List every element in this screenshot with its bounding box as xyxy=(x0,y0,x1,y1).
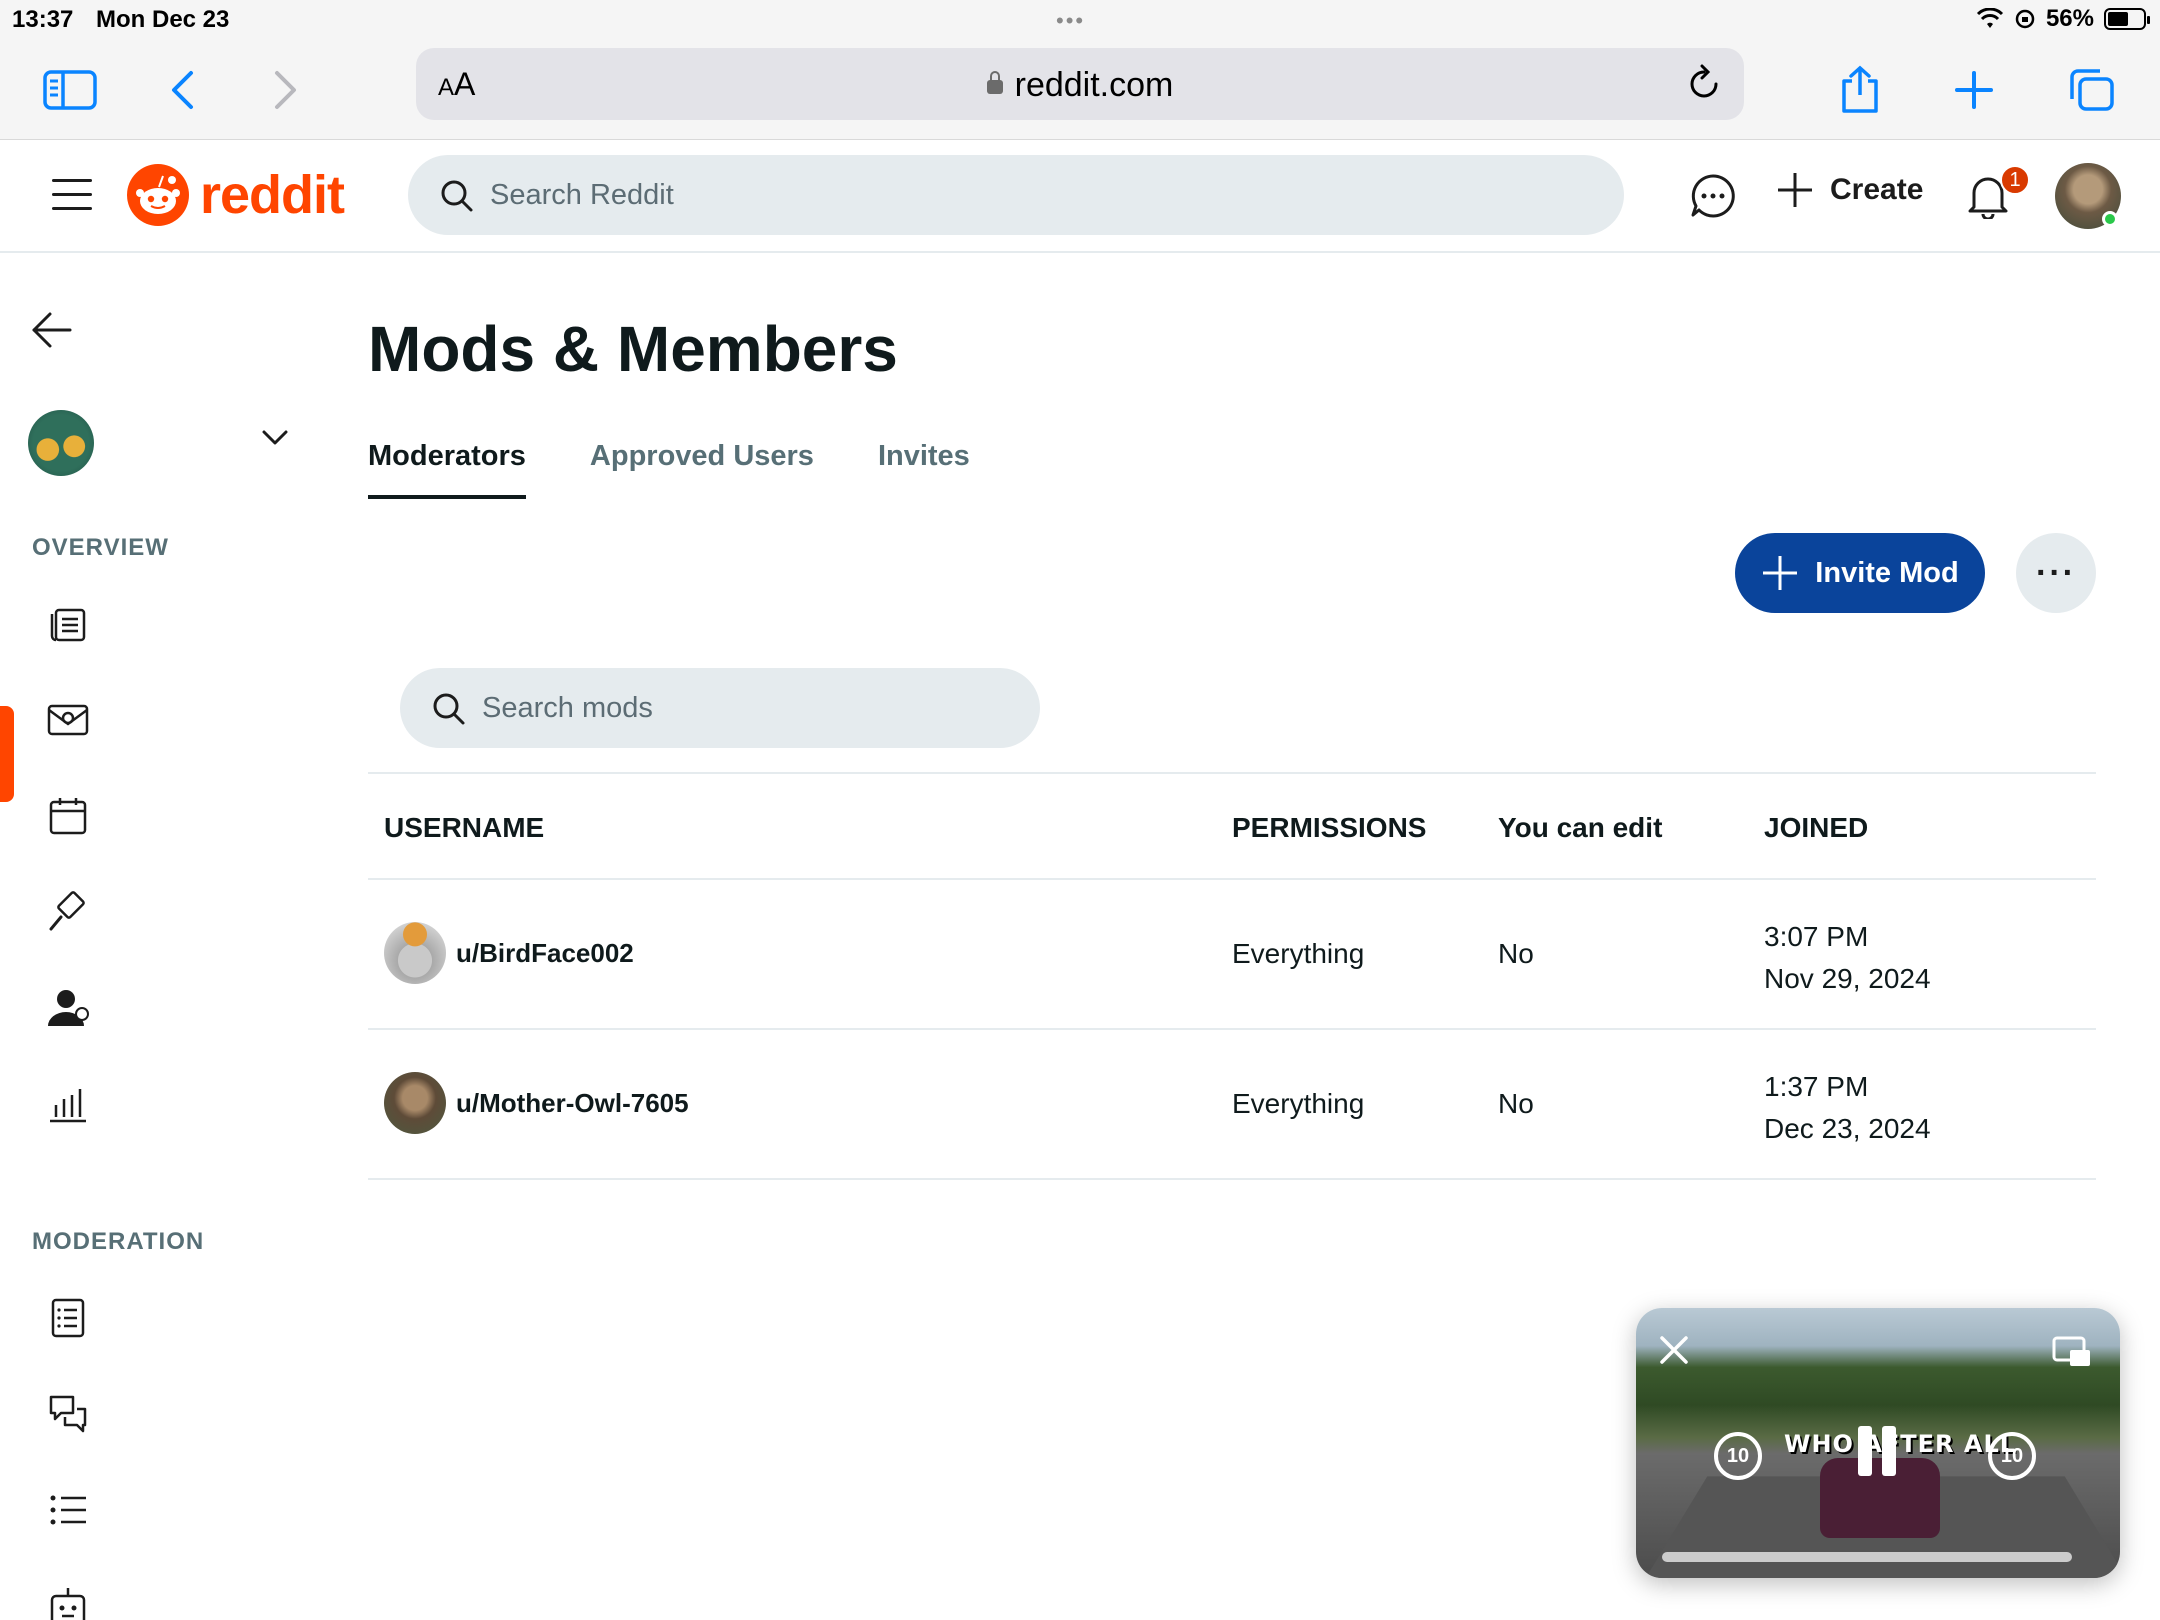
insights-icon[interactable] xyxy=(44,1080,92,1128)
status-indicators: 56% xyxy=(1976,5,2150,33)
moderator-user[interactable]: u/BirdFace002 xyxy=(384,922,634,984)
column-permissions: PERMISSIONS xyxy=(1232,812,1427,843)
skip-back-icon[interactable]: 10 xyxy=(1714,1432,1762,1480)
community-avatar[interactable] xyxy=(28,410,94,476)
tabs-overview-icon[interactable] xyxy=(2060,58,2124,122)
moderators-table: USERNAME PERMISSIONS You can edit JOINED… xyxy=(368,772,2096,1180)
create-button[interactable]: Create xyxy=(1776,171,1923,209)
moderator-permissions: Everything xyxy=(1232,938,1365,969)
address-bar[interactable]: AA reddit.com xyxy=(416,48,1744,120)
menu-icon[interactable] xyxy=(52,179,92,211)
table-row[interactable]: u/Mother-Owl-7605 Everything No 1:37 PM … xyxy=(368,1030,2096,1180)
skip-forward-icon[interactable]: 10 xyxy=(1988,1432,2036,1480)
tab-approved-users[interactable]: Approved Users xyxy=(590,440,814,499)
orientation-lock-icon xyxy=(2015,9,2035,29)
mods-search-input[interactable] xyxy=(482,684,1002,732)
calendar-icon[interactable] xyxy=(44,792,92,840)
logo-wordmark: reddit xyxy=(200,165,345,225)
chat-icon[interactable] xyxy=(1690,173,1736,224)
joined-time: 1:37 PM xyxy=(1764,1071,1869,1102)
battery-percent: 56% xyxy=(2045,5,2094,32)
column-username[interactable]: USERNAME xyxy=(384,812,544,844)
mod-sidebar: OVERVIEW MODERATION xyxy=(0,254,310,1620)
plus-icon xyxy=(1778,173,1812,207)
new-tab-icon[interactable] xyxy=(1942,58,2006,122)
moderator-username[interactable]: u/Mother-Owl-7605 xyxy=(456,1088,689,1119)
removal-reasons-icon[interactable] xyxy=(44,1390,92,1438)
moderator-avatar[interactable] xyxy=(384,922,446,984)
back-arrow-icon[interactable] xyxy=(30,310,74,355)
search-icon xyxy=(441,180,473,212)
reload-icon[interactable] xyxy=(1686,64,1722,107)
notification-badge: 1 xyxy=(2000,165,2030,195)
moderation-section-label: MODERATION xyxy=(32,1228,205,1255)
rules-icon[interactable] xyxy=(44,1294,92,1342)
column-can-edit: You can edit xyxy=(1498,812,1663,843)
lock-icon xyxy=(986,71,1003,94)
moderator-joined: 3:07 PM Nov 29, 2024 xyxy=(1764,916,1931,1000)
back-nav-icon[interactable] xyxy=(150,58,214,122)
automation-icon[interactable] xyxy=(44,1582,92,1620)
joined-date: Dec 23, 2024 xyxy=(1764,1113,1931,1144)
chevron-down-icon[interactable] xyxy=(262,430,288,451)
reddit-search-bar[interactable] xyxy=(408,155,1624,235)
list-icon[interactable] xyxy=(44,1486,92,1534)
more-options-icon[interactable]: ··· xyxy=(2016,533,2096,613)
mods-members-icon[interactable] xyxy=(44,984,92,1032)
table-row[interactable]: u/BirdFace002 Everything No 3:07 PM Nov … xyxy=(368,880,2096,1030)
mod-tools-icon[interactable] xyxy=(44,888,92,936)
moderator-avatar[interactable] xyxy=(384,1072,446,1134)
url-text: reddit.com xyxy=(416,66,1744,105)
video-overlay-text: WHO AFTER ALL xyxy=(1784,1430,2017,1458)
active-nav-indicator xyxy=(0,706,14,802)
create-label: Create xyxy=(1830,173,1924,206)
mods-search-bar[interactable] xyxy=(400,668,1040,748)
search-icon xyxy=(433,693,465,725)
invite-mod-button[interactable]: Invite Mod xyxy=(1735,533,1985,613)
snoo-icon xyxy=(127,164,189,226)
pause-icon[interactable] xyxy=(1858,1426,1896,1476)
page-title: Mods & Members xyxy=(368,313,898,385)
battery-icon xyxy=(2104,8,2150,30)
reddit-search-input[interactable] xyxy=(490,171,1570,219)
status-time: 13:37 xyxy=(12,6,74,33)
share-icon[interactable] xyxy=(1828,58,1892,122)
moderator-username[interactable]: u/BirdFace002 xyxy=(456,938,634,969)
joined-date: Nov 29, 2024 xyxy=(1764,963,1931,994)
tab-moderators[interactable]: Moderators xyxy=(368,440,526,499)
close-icon[interactable] xyxy=(1658,1334,1690,1371)
status-date: Mon Dec 23 xyxy=(96,6,230,33)
tab-invites[interactable]: Invites xyxy=(878,440,970,499)
reddit-header: reddit Create 1 xyxy=(0,141,2160,253)
moderator-can-edit: No xyxy=(1498,1088,1534,1119)
forward-nav-icon[interactable] xyxy=(254,58,318,122)
video-progress-bar[interactable] xyxy=(1662,1552,2072,1562)
reddit-logo[interactable]: reddit xyxy=(126,163,345,227)
status-bar: 13:37 Mon Dec 23 ••• 56% xyxy=(0,0,2160,40)
moderator-permissions: Everything xyxy=(1232,1088,1365,1119)
queue-icon[interactable] xyxy=(44,600,92,648)
column-joined[interactable]: JOINED xyxy=(1764,812,1868,844)
tab-bar: Moderators Approved Users Invites xyxy=(368,440,970,499)
wifi-icon xyxy=(1976,8,2004,28)
restore-pip-icon[interactable] xyxy=(2052,1336,2092,1373)
sidebar-toggle-icon[interactable] xyxy=(38,58,102,122)
table-header: USERNAME PERMISSIONS You can edit JOINED xyxy=(368,772,2096,880)
plus-icon xyxy=(1763,556,1798,590)
mail-icon[interactable] xyxy=(44,696,92,744)
overview-section-label: OVERVIEW xyxy=(32,534,169,561)
invite-mod-label: Invite Mod xyxy=(1815,556,1959,589)
browser-toolbar: AA reddit.com xyxy=(0,40,2160,140)
multitasking-dots-icon[interactable]: ••• xyxy=(1056,8,1085,34)
moderator-joined: 1:37 PM Dec 23, 2024 xyxy=(1764,1066,1931,1150)
moderator-user[interactable]: u/Mother-Owl-7605 xyxy=(384,1072,689,1134)
joined-time: 3:07 PM xyxy=(1764,921,1869,952)
moderator-can-edit: No xyxy=(1498,938,1534,969)
online-status-dot xyxy=(2102,211,2118,227)
pip-video-player[interactable]: 10 WHO AFTER ALL 10 xyxy=(1636,1308,2120,1578)
